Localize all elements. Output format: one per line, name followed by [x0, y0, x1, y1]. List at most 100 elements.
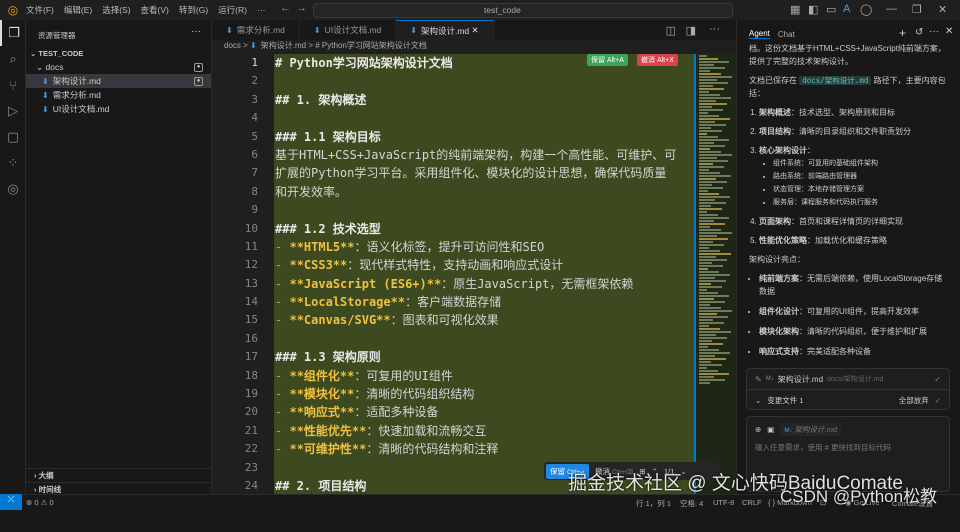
command-search-input[interactable]: test_code — [313, 3, 733, 18]
highlights-title: 架构设计亮点： — [749, 255, 805, 264]
menu-go[interactable]: 转到(G) — [179, 4, 208, 16]
toggle-sidebar-icon[interactable]: ◧ — [808, 3, 818, 16]
cursor-position[interactable]: 行 1，列 1 — [636, 498, 671, 509]
tab-architecture[interactable]: ⬇ 架构设计.md ✕ — [396, 20, 494, 40]
account-icon[interactable]: ◯ — [860, 3, 872, 16]
layout-icon[interactable]: ▦ — [790, 3, 800, 16]
breadcrumb-item[interactable]: 架构设计.md — [261, 41, 306, 50]
accept-all-icon[interactable]: ✓ — [935, 396, 941, 405]
back-arrow-icon[interactable]: ← — [280, 2, 291, 14]
workspace-root-label: TEST_CODE — [38, 48, 84, 58]
minimap-line — [699, 346, 708, 348]
extensions-icon[interactable]: ⁘ — [0, 150, 26, 176]
outline-section[interactable]: › 大纲 — [26, 468, 212, 482]
toggle-panel-icon[interactable]: ▭ — [826, 3, 836, 16]
search-icon[interactable]: ⌕ — [0, 46, 26, 72]
minimap-line — [699, 94, 720, 96]
menu-more[interactable]: ··· — [257, 5, 266, 15]
discard-all-button[interactable]: 全部放弃 — [899, 395, 929, 406]
changed-file-row[interactable]: ✎ M↓ 架构设计.md docs/架构设计.md ✓ — [747, 369, 949, 390]
history-icon[interactable]: ↺ — [915, 27, 923, 38]
breadcrumb-separator: > — [308, 41, 313, 50]
file-item[interactable]: ⬇ UI设计文档.md — [26, 102, 211, 116]
minimap-line — [699, 364, 722, 366]
restore-icon[interactable]: ❐ — [912, 3, 922, 16]
menu-selection[interactable]: 选择(S) — [102, 4, 130, 16]
file-path: docs/架构设计.md — [827, 376, 884, 383]
folder-docs[interactable]: ⌄ docs ● — [26, 60, 211, 74]
problems-indicator[interactable]: ⊗ 0 ⚠ 0 — [26, 498, 54, 507]
error-count: 0 — [34, 498, 39, 507]
menu-file[interactable]: 文件(F) — [26, 4, 54, 16]
file-item[interactable]: ⬇ 需求分析.md — [26, 88, 211, 102]
more-actions-icon[interactable]: ··· — [191, 26, 201, 37]
line-number: 17 — [244, 350, 258, 364]
minimap-line — [699, 376, 714, 378]
close-tab-icon[interactable]: ✕ — [472, 25, 479, 36]
sub-item: 组件系统：可复用的基础组件架构 — [773, 157, 948, 170]
undo-changes-button[interactable]: 撤消 Alt+X — [637, 54, 678, 66]
minimap-line — [699, 85, 713, 87]
line-number: 11 — [244, 239, 258, 253]
minimap-line — [699, 130, 722, 132]
tab-agent[interactable]: Agent — [749, 29, 770, 39]
minimap[interactable] — [694, 54, 736, 494]
highlights-list: 纯前端方案：无需后端依赖，使用LocalStorage存储数据组件化设计：可复用… — [749, 272, 948, 358]
modified-indicator-icon: ● — [194, 62, 203, 72]
minimap-line — [699, 163, 713, 165]
ai-icon[interactable]: A — [843, 3, 850, 15]
file-item[interactable]: ⬇ 架构设计.md ● — [26, 74, 211, 88]
minimap-line — [699, 118, 730, 120]
saved-path-chip[interactable]: docs/架构设计.md — [799, 76, 872, 85]
run-debug-icon[interactable]: ▷ — [0, 98, 26, 124]
workspace-root[interactable]: ⌄ TEST_CODE — [26, 46, 211, 60]
breadcrumb-item[interactable]: # Python学习网站架构设计文档 — [315, 41, 427, 50]
tab-chat[interactable]: Chat — [778, 30, 795, 39]
breadcrumb-item[interactable]: docs — [224, 41, 241, 50]
chevron-down-icon[interactable]: ⌄ — [755, 396, 761, 405]
summary-list: 架构概述：技术选型、架构原则和目标项目结构：清晰的目录组织和文件职责划分核心架构… — [749, 106, 948, 247]
add-context-icon[interactable]: ⊕ — [755, 425, 761, 434]
remote-indicator-icon[interactable]: ⤫ — [0, 494, 22, 510]
line-ending[interactable]: CRLF — [742, 498, 762, 507]
context-file-chip[interactable]: M↓ 架构设计.md — [780, 423, 841, 436]
minimap-line — [699, 70, 710, 72]
close-window-icon[interactable]: ✕ — [938, 3, 947, 16]
code-editor[interactable]: # Python学习网站架构设计文档 ## 1. 架构概述 ### 1.1 架构目标… — [274, 54, 694, 494]
code-line: ### 1.2 技术选型 — [275, 221, 381, 236]
minimap-line — [699, 178, 716, 180]
remote-explorer-icon[interactable]: ▢ — [0, 124, 26, 150]
keep-changes-button[interactable]: 保留 Alt+A — [587, 54, 628, 66]
tab-label: UI设计文档.md — [324, 25, 382, 35]
minimap-line — [699, 103, 727, 105]
saved-note: 文档已保存在 docs/架构设计.md 路径下，主要内容包括： — [749, 74, 948, 100]
indentation[interactable]: 空格: 4 — [680, 498, 703, 509]
tab-requirements[interactable]: ⬇ 需求分析.md — [212, 20, 300, 40]
summary-item: 项目结构：清晰的目录组织和文件职责划分 — [759, 125, 948, 138]
explorer-icon[interactable]: ❐ — [0, 20, 26, 46]
sub-item: 服务层：课程服务和代码执行服务 — [773, 196, 948, 209]
minimap-line — [699, 205, 711, 207]
more-icon[interactable]: ··· — [929, 26, 939, 37]
menu-run[interactable]: 运行(R) — [218, 4, 247, 16]
source-control-icon[interactable]: ⑂ — [0, 72, 26, 98]
new-chat-icon[interactable]: + — [899, 26, 906, 40]
minimap-line — [699, 211, 707, 213]
line-number: 4 — [251, 111, 258, 125]
line-number: 24 — [244, 478, 258, 492]
close-panel-icon[interactable]: ✕ — [945, 26, 953, 37]
minimize-icon[interactable]: — — [886, 3, 897, 15]
image-icon[interactable]: ▣ — [767, 425, 774, 434]
tab-ui-design[interactable]: ⬇ UI设计文档.md — [300, 20, 397, 40]
split-editor-icon[interactable]: ◨ — [686, 24, 696, 37]
forward-arrow-icon[interactable]: → — [296, 2, 307, 14]
open-preview-icon[interactable]: ◫ — [666, 24, 676, 37]
line-number: 19 — [244, 387, 258, 401]
minimap-line — [699, 325, 709, 327]
comate-icon[interactable]: ◎ — [0, 176, 26, 202]
menu-edit[interactable]: 编辑(E) — [64, 4, 92, 16]
encoding[interactable]: UTF-8 — [713, 498, 734, 507]
more-actions-icon[interactable]: ··· — [709, 23, 720, 35]
menu-view[interactable]: 查看(V) — [141, 4, 169, 16]
